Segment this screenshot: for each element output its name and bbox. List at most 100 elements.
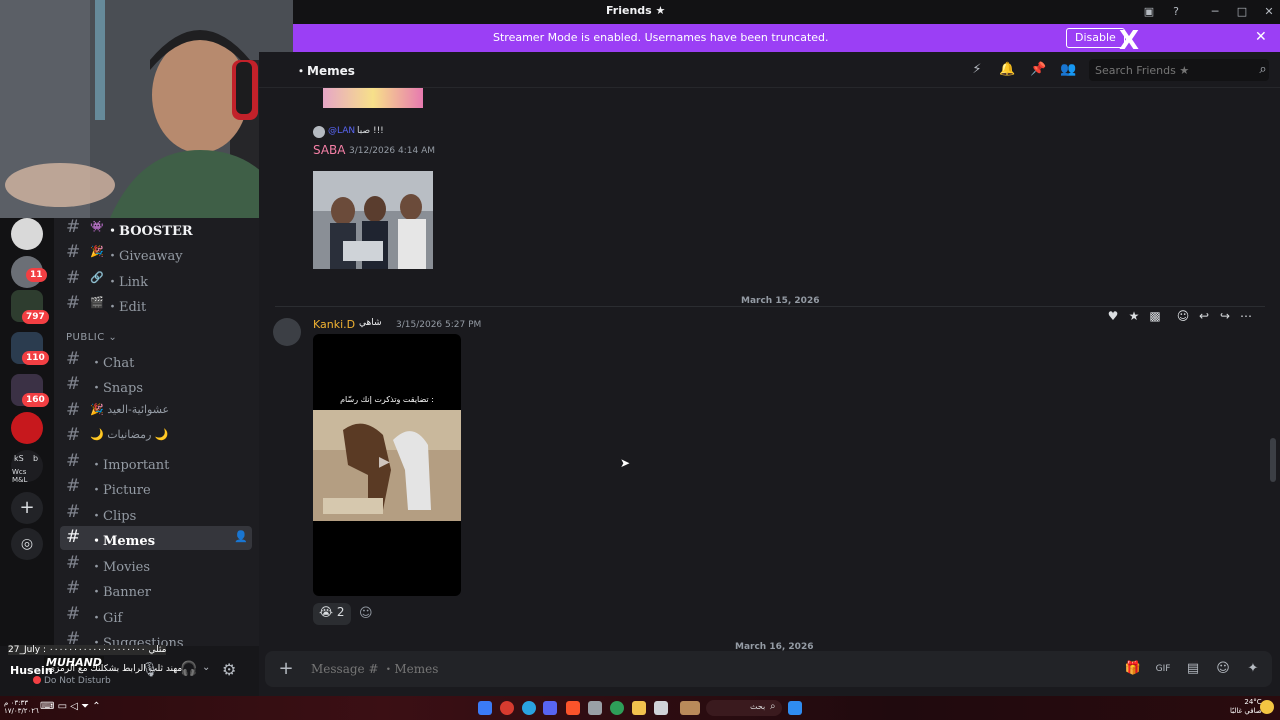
windows-start-icon[interactable] xyxy=(788,701,802,715)
hash-icon: # xyxy=(66,242,81,262)
weather-widget[interactable]: 24°C صافي غالبًا xyxy=(1230,698,1262,716)
bell-icon[interactable]: 🔔 xyxy=(999,62,1015,78)
pin-icon[interactable]: 📌 xyxy=(1030,62,1046,78)
hash-icon: # xyxy=(66,268,81,288)
channel-edit[interactable]: # 🎬 ・Edit xyxy=(60,292,252,316)
play-icon[interactable]: ▶ xyxy=(379,454,390,470)
server-rail: 11 797 110 160 kS b Wcs M&L + ◎ xyxy=(0,218,54,696)
disable-streamer-button[interactable]: Disable xyxy=(1066,28,1125,48)
app-icon[interactable] xyxy=(500,701,514,715)
reaction-pill[interactable]: 😭 2 xyxy=(313,603,351,625)
heart-icon[interactable]: ♥ xyxy=(1104,307,1122,325)
video-caption: تضايقت وتذكرت إنك رسّام : xyxy=(340,395,434,404)
unread-badge: 11 xyxy=(26,268,47,282)
forward-icon[interactable]: ↪ xyxy=(1216,307,1234,325)
apps-icon[interactable]: ✦ xyxy=(1244,660,1262,678)
taskbar-search[interactable]: بحث ⌕ xyxy=(706,700,782,716)
user-status: Do Not Disturb xyxy=(44,676,111,686)
gear-icon[interactable]: ⚙ xyxy=(222,660,236,679)
search-icon[interactable]: ⌕ xyxy=(1255,62,1271,78)
message-timestamp: 3/12/2026 4:14 AM xyxy=(349,146,436,156)
app-icon[interactable] xyxy=(654,701,668,715)
hash-icon: # xyxy=(66,400,81,420)
discord-icon[interactable] xyxy=(543,701,557,715)
telegram-icon[interactable] xyxy=(522,701,536,715)
channel-chat[interactable]: # ・Chat xyxy=(60,348,252,372)
app-icon[interactable] xyxy=(478,701,492,715)
channel-important[interactable]: # ・Important xyxy=(60,450,252,474)
server-folder[interactable]: kS b Wcs M&L xyxy=(11,450,43,484)
threads-icon[interactable]: ⚡ xyxy=(969,62,985,78)
message-image[interactable] xyxy=(323,88,423,108)
help-icon[interactable]: ? xyxy=(1169,5,1183,19)
invite-icon[interactable]: 👤 xyxy=(234,530,248,543)
streamer-mode-banner: Streamer Mode is enabled. Usernames have… xyxy=(293,24,1280,56)
headphones-icon[interactable]: 🎧 xyxy=(180,661,197,677)
channel-list: # 👾 ・BOOSTER # 🎉 ・Giveaway # 🔗 ・Link # 🎬… xyxy=(54,218,259,658)
channel-booster[interactable]: # 👾 ・BOOSTER xyxy=(60,218,252,240)
message-image[interactable] xyxy=(313,171,433,269)
chevron-down-icon[interactable]: ⌄ xyxy=(202,662,210,673)
mouse-cursor: ➤ xyxy=(620,456,631,470)
message-input[interactable] xyxy=(311,659,1071,679)
channel-banner[interactable]: # ・Banner xyxy=(60,577,252,601)
channel-picture[interactable]: # ・Picture xyxy=(60,475,252,499)
channel-eid[interactable]: # 🎉 عشوائية-العيد xyxy=(60,399,252,423)
channel-ramadan[interactable]: # 🌙 رمضانيات 🌙 xyxy=(60,424,252,448)
hash-icon: # xyxy=(66,374,81,394)
emoji-icon[interactable]: ☺ xyxy=(1214,660,1232,678)
emoji-reaction-icon[interactable]: ▩ xyxy=(1146,307,1164,325)
search-input[interactable] xyxy=(1089,59,1269,81)
chat-scrollbar[interactable] xyxy=(1270,438,1276,482)
channel-giveaway[interactable]: # 🎉 ・Giveaway xyxy=(60,241,252,265)
app-icon[interactable] xyxy=(588,701,602,715)
message-author[interactable]: SABA xyxy=(313,143,346,157)
hash-icon: # xyxy=(66,502,81,522)
streamer-mode-message: Streamer Mode is enabled. Usernames have… xyxy=(493,31,829,44)
mic-icon[interactable]: 🎙 xyxy=(141,662,159,678)
members-icon[interactable]: 👥 xyxy=(1060,62,1076,78)
hash-icon: # xyxy=(66,578,81,598)
app-icon[interactable] xyxy=(680,701,700,715)
minimize-icon[interactable]: ─ xyxy=(1208,5,1222,19)
channel-clips[interactable]: # ・Clips xyxy=(60,501,252,525)
inbox-icon[interactable]: ▣ xyxy=(1142,5,1156,19)
message-composer: + 🎁 GIF ▤ ☺ ✦ xyxy=(265,651,1272,687)
video-embed[interactable]: تضايقت وتذكرت إنك رسّام : ▶ xyxy=(313,334,461,596)
channel-gif[interactable]: # ・Gif xyxy=(60,603,252,627)
channel-memes[interactable]: # ・Memes 👤 xyxy=(60,526,252,550)
discover-icon[interactable]: ◎ xyxy=(11,528,43,560)
app-icon[interactable] xyxy=(610,701,624,715)
date-divider: March 15, 2026 xyxy=(735,296,826,306)
star-icon[interactable]: ★ xyxy=(1125,307,1143,325)
gift-icon[interactable]: 🎁 xyxy=(1124,660,1142,678)
add-reaction-icon[interactable]: ☺ xyxy=(359,606,373,621)
reply-user[interactable]: @LAN xyxy=(328,126,355,136)
add-attachment-icon[interactable]: + xyxy=(277,660,295,678)
add-server-icon[interactable]: + xyxy=(11,492,43,524)
server-icon[interactable] xyxy=(11,412,43,444)
avatar[interactable] xyxy=(273,318,301,346)
channel-movies[interactable]: # ・Movies xyxy=(60,552,252,576)
category-public[interactable]: PUBLIC ⌄ xyxy=(66,332,117,343)
role-tag: شاهي xyxy=(359,318,382,328)
sticker-icon[interactable]: ▤ xyxy=(1184,660,1202,678)
message-author[interactable]: Kanki.D xyxy=(313,318,355,331)
channel-title: ・Memes xyxy=(295,64,355,78)
hash-icon: # xyxy=(66,425,81,445)
channel-link[interactable]: # 🔗 ・Link xyxy=(60,267,252,291)
more-icon[interactable]: ⋯ xyxy=(1237,307,1255,325)
maximize-icon[interactable]: □ xyxy=(1235,5,1249,19)
tray-icons[interactable]: ⌨ ▭ ◁ ⏷ ⌃ xyxy=(40,701,101,712)
channel-snaps[interactable]: # ・Snaps xyxy=(60,373,252,397)
hash-icon: # xyxy=(66,476,81,496)
brave-icon[interactable] xyxy=(566,701,580,715)
server-icon[interactable] xyxy=(11,218,43,250)
add-reaction-icon[interactable]: ☺ xyxy=(1174,307,1192,325)
close-icon[interactable]: ✕ xyxy=(1262,5,1276,19)
banner-close-icon[interactable]: ✕ xyxy=(1255,29,1267,45)
file-explorer-icon[interactable] xyxy=(632,701,646,715)
gif-icon[interactable]: GIF xyxy=(1154,660,1172,678)
unread-badge: 797 xyxy=(22,310,49,324)
reply-icon[interactable]: ↩ xyxy=(1195,307,1213,325)
